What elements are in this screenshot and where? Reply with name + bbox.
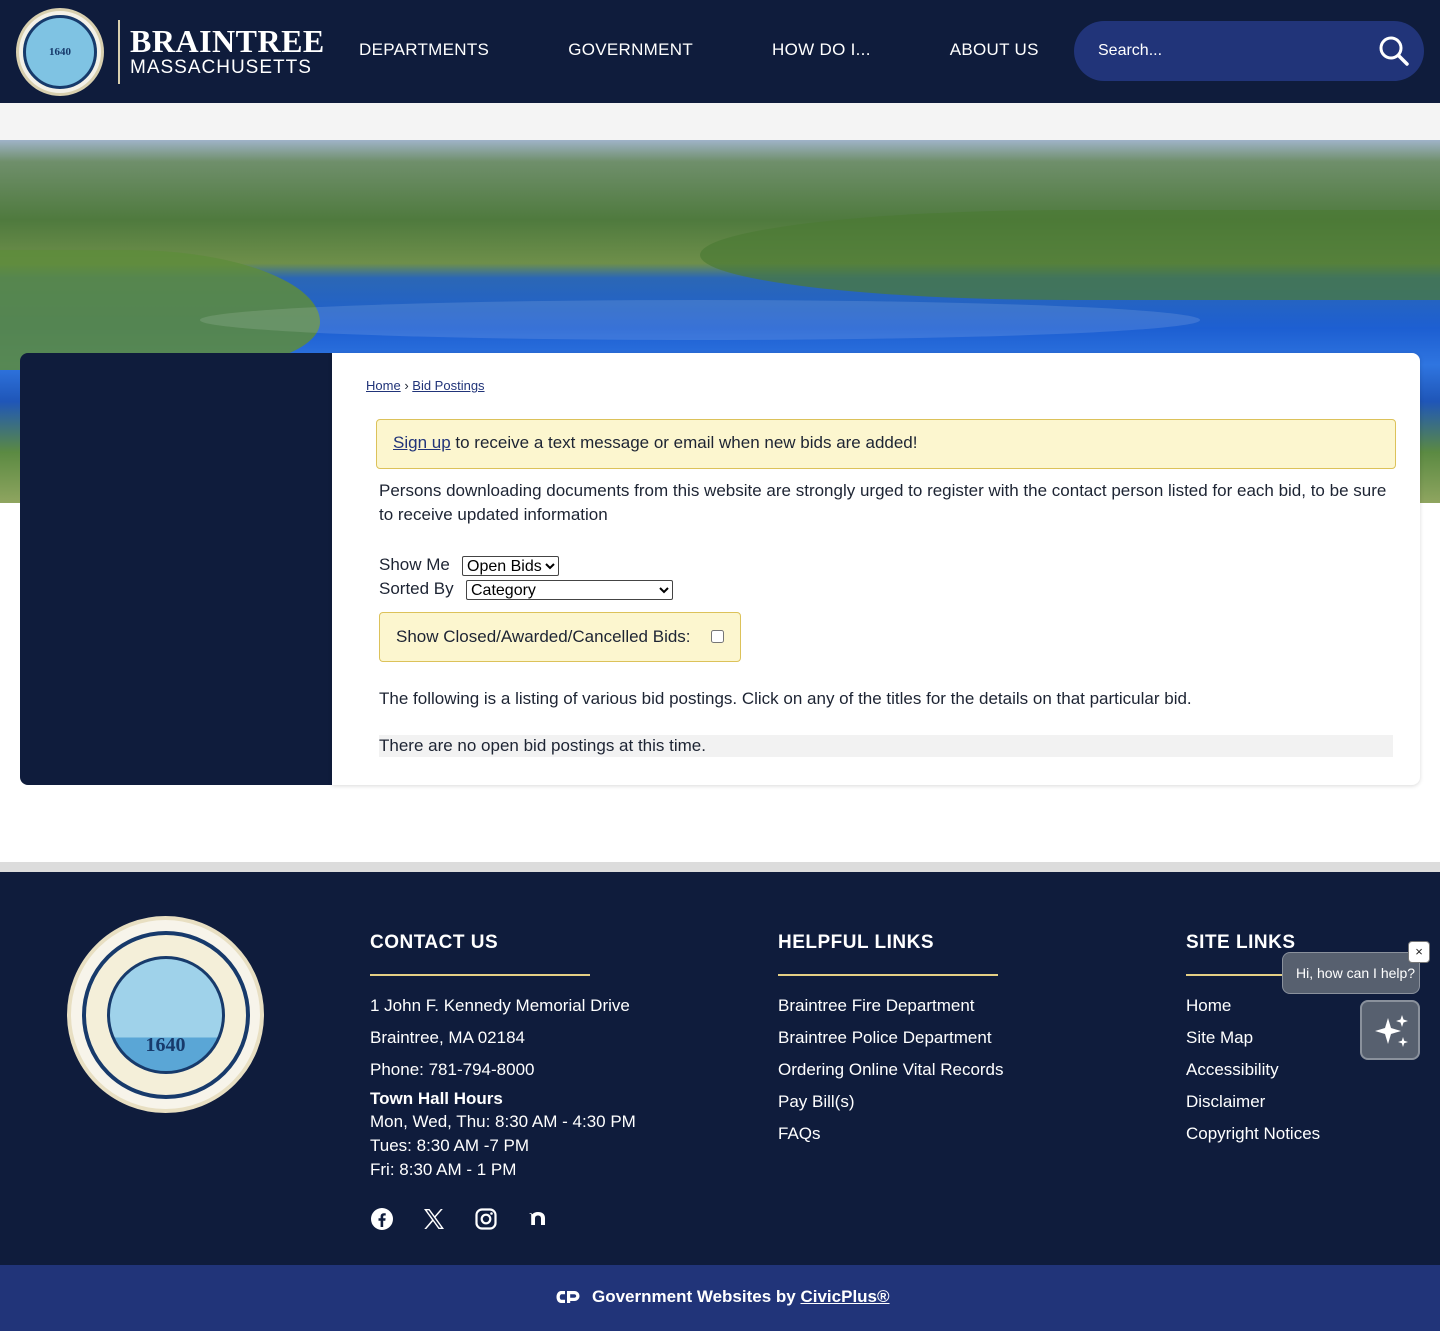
signup-text: to receive a text message or email when … [450,433,918,452]
nav-how-do-i[interactable]: HOW DO I... [772,40,871,60]
hours-mon-wed-thu: Mon, Wed, Thu: 8:30 AM - 4:30 PM [370,1112,636,1131]
site-header: 1640 BRAINTREE MASSACHUSETTS DEPARTMENTS… [0,0,1440,103]
link-copyright-notices[interactable]: Copyright Notices [1186,1124,1320,1143]
breadcrumb-bid-postings[interactable]: Bid Postings [412,378,484,393]
link-disclaimer[interactable]: Disclaimer [1186,1092,1265,1111]
link-vital-records[interactable]: Ordering Online Vital Records [778,1060,1004,1079]
contact-heading: CONTACT US [370,932,499,953]
search-icon[interactable] [1378,35,1410,67]
hours-tues: Tues: 8:30 AM -7 PM [370,1136,530,1155]
show-closed-checkbox[interactable] [711,630,724,643]
link-home[interactable]: Home [1186,996,1231,1015]
sparkle-icon [1375,1015,1408,1047]
signup-alert: Sign up to receive a text message or ema… [376,419,1396,469]
link-police-department[interactable]: Braintree Police Department [778,1028,992,1047]
show-me-select[interactable]: Open Bids [462,556,559,576]
main-content: Home › Bid Postings Sign up to receive a… [332,353,1420,785]
hero-shoreline-right [700,210,1440,300]
listing-description: The following is a listing of various bi… [379,689,1192,708]
seal-year-large: 1640 [106,955,225,1074]
chat-greeting-bubble[interactable]: Hi, how can I help? [1282,952,1420,994]
instagram-icon[interactable] [474,1207,498,1231]
link-pay-bills[interactable]: Pay Bill(s) [778,1092,855,1111]
show-closed-label: Show Closed/Awarded/Cancelled Bids: [396,627,691,646]
social-links [370,1207,578,1231]
nav-government[interactable]: GOVERNMENT [568,40,693,60]
breadcrumb: Home › Bid Postings [366,378,485,393]
signup-link[interactable]: Sign up [393,433,451,452]
civicplus-link[interactable]: CivicPlus® [800,1287,889,1306]
site-links-heading: SITE LINKS [1186,932,1296,953]
breadcrumb-separator: › [404,378,409,393]
chat-assistant-button[interactable] [1360,1000,1420,1060]
civicplus-logo-icon [556,1291,580,1303]
logo-divider [118,20,120,84]
hero-water-glint [200,300,1200,340]
civicplus-prefix: Government Websites by [592,1287,801,1306]
chat-close-button[interactable]: × [1408,941,1430,963]
logo-town-name: BRAINTREE [130,23,325,59]
show-closed-box: Show Closed/Awarded/Cancelled Bids: [379,612,741,662]
logo-state-name: MASSACHUSETTS [130,57,312,78]
x-icon[interactable] [422,1207,446,1231]
hours-heading: Town Hall Hours [370,1089,503,1108]
nav-departments[interactable]: DEPARTMENTS [359,40,489,60]
contact-phone[interactable]: Phone: 781-794-8000 [370,1054,636,1086]
footer-helpful-column: HELPFUL LINKS Braintree Fire Department … [778,932,1004,1150]
hero-top-band [0,103,1440,145]
civicplus-credit: Government Websites by CivicPlus® [592,1287,890,1307]
hours-fri: Fri: 8:30 AM - 1 PM [370,1160,517,1179]
show-me-label: Show Me [379,555,450,574]
helpful-heading: HELPFUL LINKS [778,932,935,953]
main-nav: DEPARTMENTS GOVERNMENT HOW DO I... ABOUT… [359,40,1039,60]
site-footer: 1640 CONTACT US 1 John F. Kennedy Memori… [0,872,1440,1265]
logo-text: BRAINTREE MASSACHUSETTS [130,25,325,79]
contact-divider [370,974,590,976]
sorted-by-label: Sorted By [379,579,454,598]
sorted-by-select[interactable]: Category [466,580,673,600]
town-seal-small: 1640 [16,8,104,96]
link-site-map[interactable]: Site Map [1186,1028,1253,1047]
seal-outer-ring: 1640 [81,930,250,1099]
link-fire-department[interactable]: Braintree Fire Department [778,996,975,1015]
footer-top-band [0,862,1440,872]
registration-notice: Persons downloading documents from this … [379,481,1387,524]
nextdoor-icon[interactable] [526,1207,550,1231]
no-bids-message: There are no open bid postings at this t… [379,735,1393,757]
facebook-icon[interactable] [370,1207,394,1231]
civicplus-bar: Government Websites by CivicPlus® [0,1265,1440,1331]
town-seal-large: 1640 [67,916,264,1113]
helpful-divider [778,974,998,976]
left-sidebar [20,353,332,785]
nav-about-us[interactable]: ABOUT US [950,40,1039,60]
breadcrumb-home[interactable]: Home [366,378,401,393]
seal-year: 1640 [23,15,97,89]
site-logo[interactable]: 1640 BRAINTREE MASSACHUSETTS [16,8,325,96]
search-input[interactable] [1098,39,1368,63]
contact-address-line2: Braintree, MA 02184 [370,1028,525,1047]
link-faqs[interactable]: FAQs [778,1124,821,1143]
link-accessibility[interactable]: Accessibility [1186,1060,1279,1079]
search-box [1074,21,1424,81]
contact-address-line1: 1 John F. Kennedy Memorial Drive [370,996,630,1015]
footer-contact-column: CONTACT US 1 John F. Kennedy Memorial Dr… [370,932,636,1182]
